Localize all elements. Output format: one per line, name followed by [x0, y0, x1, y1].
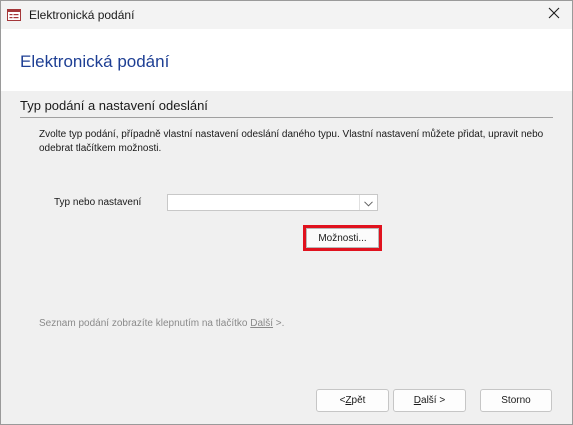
next-rest: alší > [421, 395, 446, 406]
title-bar: Elektronická podání [1, 1, 572, 30]
options-button[interactable]: Možnosti... [306, 228, 379, 248]
back-rest: pět [351, 395, 366, 406]
next-button[interactable]: Další > [393, 389, 466, 412]
step-divider [20, 117, 553, 118]
window-title: Elektronická podání [29, 8, 135, 22]
form-window-icon [7, 8, 21, 21]
step-title: Typ podání a nastavení odeslání [20, 98, 208, 113]
hint-text: Seznam podání zobrazíte klepnutím na tla… [39, 318, 284, 329]
cancel-button[interactable]: Storno [480, 389, 552, 412]
close-icon [548, 6, 560, 24]
dialog-window: Elektronická podání Elektronická podání … [0, 0, 573, 425]
next-mnemonic: D [413, 395, 422, 406]
type-label: Typ nebo nastavení [54, 197, 142, 208]
type-select[interactable] [167, 194, 378, 211]
wizard-title: Elektronická podání [20, 52, 170, 71]
chevron-down-icon [364, 194, 373, 212]
dropdown-button[interactable] [359, 195, 377, 210]
hint-next-reference: Další [250, 318, 274, 329]
step-description: Zvolte typ podání, případně vlastní nast… [39, 129, 544, 154]
back-button[interactable]: < Zpět [316, 389, 389, 412]
hint-before: Seznam podání zobrazíte klepnutím na tla… [39, 318, 251, 329]
hint-after: >. [273, 318, 285, 329]
close-button[interactable] [536, 1, 572, 29]
wizard-header: Elektronická podání [1, 29, 572, 91]
